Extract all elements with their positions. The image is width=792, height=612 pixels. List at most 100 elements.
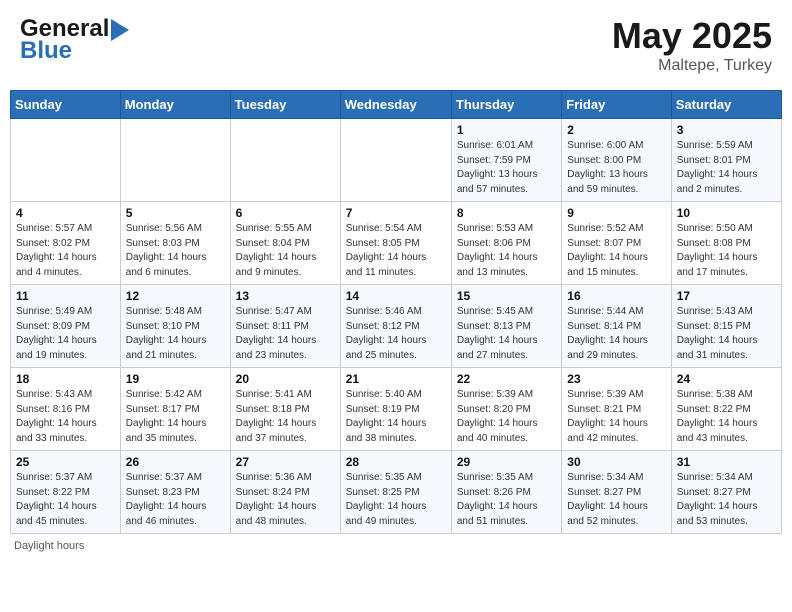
weekday-header-sunday: Sunday — [11, 91, 121, 119]
day-number: 2 — [567, 123, 665, 137]
calendar-day-18: 18 Sunrise: 5:43 AM Sunset: 8:16 PM Dayli… — [11, 368, 121, 451]
day-number: 12 — [126, 289, 225, 303]
calendar-day-2: 2 Sunrise: 6:00 AM Sunset: 8:00 PM Daylig… — [562, 119, 671, 202]
calendar-day-8: 8 Sunrise: 5:53 AM Sunset: 8:06 PM Daylig… — [451, 202, 561, 285]
logo: General Blue — [20, 15, 129, 65]
page-header: General Blue May 2025 Maltepe, Turkey — [10, 10, 782, 80]
calendar-day-3: 3Sunrise: 5:59 AM Sunset: 8:01 PM Daylig… — [671, 119, 781, 202]
calendar-day-6: 6Sunrise: 5:55 AM Sunset: 8:04 PM Daylig… — [230, 202, 340, 285]
calendar-day-14: 14 Sunrise: 5:46 AM Sunset: 8:12 PM Dayli… — [340, 285, 451, 368]
day-info: Sunrise: 5:40 AM Sunset: 8:19 PM Dayligh… — [346, 388, 446, 446]
calendar-day-19: 19 Sunrise: 5:42 AM Sunset: 8:17 PM Dayli… — [120, 368, 230, 451]
calendar-week-row: 25 Sunrise: 5:37 AM Sunset: 8:22 PM Dayli… — [11, 451, 782, 534]
calendar-empty-cell — [11, 119, 121, 202]
day-number: 22 — [457, 372, 556, 386]
day-number: 8 — [457, 206, 556, 220]
calendar-day-9: 9Sunrise: 5:52 AM Sunset: 8:07 PM Daylig… — [562, 202, 671, 285]
calendar-empty-cell — [340, 119, 451, 202]
calendar-day-27: 27 Sunrise: 5:36 AM Sunset: 8:24 PM Dayli… — [230, 451, 340, 534]
calendar-day-20: 20 Sunrise: 5:41 AM Sunset: 8:18 PM Dayli… — [230, 368, 340, 451]
day-number: 25 — [16, 455, 115, 469]
logo-arrow-icon — [111, 19, 129, 41]
day-number: 13 — [236, 289, 335, 303]
calendar-day-5: 5Sunrise: 5:56 AM Sunset: 8:03 PM Daylig… — [120, 202, 230, 285]
calendar-day-21: 21Sunrise: 5:40 AM Sunset: 8:19 PM Dayli… — [340, 368, 451, 451]
calendar-day-13: 13 Sunrise: 5:47 AM Sunset: 8:11 PM Dayli… — [230, 285, 340, 368]
day-info: Sunrise: 5:53 AM Sunset: 8:06 PM Dayligh… — [457, 222, 556, 280]
day-info: Sunrise: 5:50 AM Sunset: 8:08 PM Dayligh… — [677, 222, 776, 280]
calendar-empty-cell — [230, 119, 340, 202]
day-number: 9 — [567, 206, 665, 220]
weekday-header-thursday: Thursday — [451, 91, 561, 119]
calendar-day-25: 25 Sunrise: 5:37 AM Sunset: 8:22 PM Dayli… — [11, 451, 121, 534]
calendar-week-row: 4 Sunrise: 5:57 AM Sunset: 8:02 PM Daylig… — [11, 202, 782, 285]
calendar-day-1: 1 Sunrise: 6:01 AM Sunset: 7:59 PM Daylig… — [451, 119, 561, 202]
calendar-location: Maltepe, Turkey — [612, 57, 772, 75]
calendar-day-7: 7Sunrise: 5:54 AM Sunset: 8:05 PM Daylig… — [340, 202, 451, 285]
calendar-day-30: 30 Sunrise: 5:34 AM Sunset: 8:27 PM Dayli… — [562, 451, 671, 534]
day-number: 16 — [567, 289, 665, 303]
calendar-day-11: 11 Sunrise: 5:49 AM Sunset: 8:09 PM Dayli… — [11, 285, 121, 368]
day-number: 31 — [677, 455, 776, 469]
calendar-day-31: 31 Sunrise: 5:34 AM Sunset: 8:27 PM Dayli… — [671, 451, 781, 534]
day-number: 28 — [346, 455, 446, 469]
calendar-day-16: 16 Sunrise: 5:44 AM Sunset: 8:14 PM Dayli… — [562, 285, 671, 368]
day-number: 20 — [236, 372, 335, 386]
day-info: Sunrise: 5:49 AM Sunset: 8:09 PM Dayligh… — [16, 305, 115, 363]
calendar-day-22: 22 Sunrise: 5:39 AM Sunset: 8:20 PM Dayli… — [451, 368, 561, 451]
day-info: Sunrise: 5:39 AM Sunset: 8:21 PM Dayligh… — [567, 388, 665, 446]
day-number: 27 — [236, 455, 335, 469]
weekday-header-wednesday: Wednesday — [340, 91, 451, 119]
day-info: Sunrise: 5:43 AM Sunset: 8:16 PM Dayligh… — [16, 388, 115, 446]
day-info: Sunrise: 5:48 AM Sunset: 8:10 PM Dayligh… — [126, 305, 225, 363]
day-number: 11 — [16, 289, 115, 303]
day-number: 17 — [677, 289, 776, 303]
day-info: Sunrise: 5:47 AM Sunset: 8:11 PM Dayligh… — [236, 305, 335, 363]
day-info: Sunrise: 5:34 AM Sunset: 8:27 PM Dayligh… — [677, 471, 776, 529]
day-info: Sunrise: 5:57 AM Sunset: 8:02 PM Dayligh… — [16, 222, 115, 280]
weekday-header-monday: Monday — [120, 91, 230, 119]
day-number: 18 — [16, 372, 115, 386]
day-number: 6 — [236, 206, 335, 220]
day-info: Sunrise: 5:59 AM Sunset: 8:01 PM Dayligh… — [677, 139, 776, 197]
calendar-table: SundayMondayTuesdayWednesdayThursdayFrid… — [10, 90, 782, 534]
day-number: 14 — [346, 289, 446, 303]
day-info: Sunrise: 5:39 AM Sunset: 8:20 PM Dayligh… — [457, 388, 556, 446]
day-number: 1 — [457, 123, 556, 137]
day-number: 4 — [16, 206, 115, 220]
title-block: May 2025 Maltepe, Turkey — [612, 15, 772, 75]
day-info: Sunrise: 5:36 AM Sunset: 8:24 PM Dayligh… — [236, 471, 335, 529]
calendar-day-15: 15Sunrise: 5:45 AM Sunset: 8:13 PM Dayli… — [451, 285, 561, 368]
day-info: Sunrise: 5:42 AM Sunset: 8:17 PM Dayligh… — [126, 388, 225, 446]
calendar-day-24: 24 Sunrise: 5:38 AM Sunset: 8:22 PM Dayli… — [671, 368, 781, 451]
day-number: 5 — [126, 206, 225, 220]
day-number: 19 — [126, 372, 225, 386]
day-number: 10 — [677, 206, 776, 220]
calendar-week-row: 1 Sunrise: 6:01 AM Sunset: 7:59 PM Daylig… — [11, 119, 782, 202]
weekday-header-tuesday: Tuesday — [230, 91, 340, 119]
day-info: Sunrise: 5:44 AM Sunset: 8:14 PM Dayligh… — [567, 305, 665, 363]
day-info: Sunrise: 6:01 AM Sunset: 7:59 PM Dayligh… — [457, 139, 556, 197]
day-number: 24 — [677, 372, 776, 386]
weekday-header-friday: Friday — [562, 91, 671, 119]
day-info: Sunrise: 5:38 AM Sunset: 8:22 PM Dayligh… — [677, 388, 776, 446]
day-info: Sunrise: 5:35 AM Sunset: 8:25 PM Dayligh… — [346, 471, 446, 529]
calendar-day-10: 10 Sunrise: 5:50 AM Sunset: 8:08 PM Dayli… — [671, 202, 781, 285]
day-info: Sunrise: 5:34 AM Sunset: 8:27 PM Dayligh… — [567, 471, 665, 529]
calendar-day-28: 28 Sunrise: 5:35 AM Sunset: 8:25 PM Dayli… — [340, 451, 451, 534]
day-number: 7 — [346, 206, 446, 220]
calendar-week-row: 18 Sunrise: 5:43 AM Sunset: 8:16 PM Dayli… — [11, 368, 782, 451]
day-info: Sunrise: 6:00 AM Sunset: 8:00 PM Dayligh… — [567, 139, 665, 197]
day-number: 23 — [567, 372, 665, 386]
day-number: 30 — [567, 455, 665, 469]
calendar-day-17: 17 Sunrise: 5:43 AM Sunset: 8:15 PM Dayli… — [671, 285, 781, 368]
day-info: Sunrise: 5:41 AM Sunset: 8:18 PM Dayligh… — [236, 388, 335, 446]
day-info: Sunrise: 5:35 AM Sunset: 8:26 PM Dayligh… — [457, 471, 556, 529]
calendar-header-row: SundayMondayTuesdayWednesdayThursdayFrid… — [11, 91, 782, 119]
calendar-week-row: 11 Sunrise: 5:49 AM Sunset: 8:09 PM Dayli… — [11, 285, 782, 368]
day-info: Sunrise: 5:37 AM Sunset: 8:22 PM Dayligh… — [16, 471, 115, 529]
calendar-day-29: 29Sunrise: 5:35 AM Sunset: 8:26 PM Dayli… — [451, 451, 561, 534]
day-info: Sunrise: 5:43 AM Sunset: 8:15 PM Dayligh… — [677, 305, 776, 363]
day-info: Sunrise: 5:46 AM Sunset: 8:12 PM Dayligh… — [346, 305, 446, 363]
calendar-day-23: 23 Sunrise: 5:39 AM Sunset: 8:21 PM Dayli… — [562, 368, 671, 451]
